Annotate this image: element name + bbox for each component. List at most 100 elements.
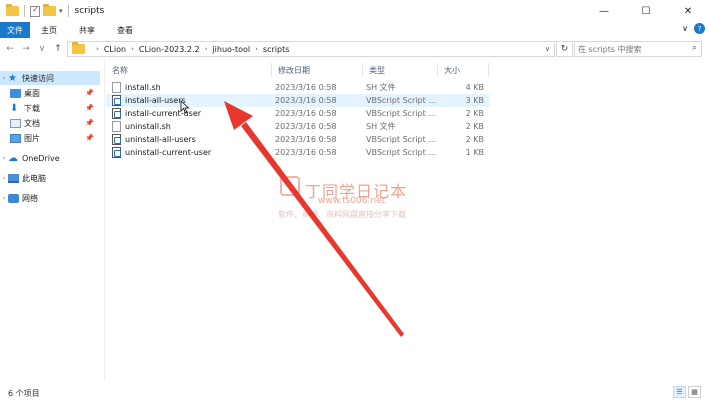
file-name: install-all-users — [125, 96, 186, 105]
file-type: VBScript Script ... — [366, 96, 436, 105]
pin-icon: 📌 — [85, 89, 94, 97]
file-row[interactable]: uninstall-all-users 2023/3/16 0:58 VBScr… — [106, 133, 489, 146]
sidebar-item-this-pc[interactable]: › 此电脑 — [0, 171, 100, 185]
star-icon: ★ — [8, 72, 17, 84]
sidebar-item-onedrive[interactable]: › ☁ OneDrive — [0, 151, 100, 165]
annotation-arrow — [224, 101, 404, 337]
forward-button[interactable]: → — [20, 44, 32, 54]
file-date: 2023/3/16 0:58 — [275, 96, 337, 105]
sidebar-item-pictures[interactable]: 图片 📌 — [10, 131, 100, 145]
sidebar-item-desktop[interactable]: 桌面 📌 — [10, 86, 100, 100]
file-size: 2 KB — [465, 135, 484, 144]
chevron-right-icon[interactable]: › — [205, 45, 208, 53]
file-row[interactable]: uninstall.sh 2023/3/16 0:58 SH 文件 2 KB — [106, 120, 489, 133]
up-button[interactable]: ↑ — [52, 44, 64, 54]
file-name: uninstall.sh — [125, 122, 171, 131]
expand-caret-icon[interactable]: › — [0, 175, 8, 182]
file-name-cell: uninstall-all-users — [112, 133, 272, 146]
help-icon[interactable]: ? — [694, 23, 705, 34]
sidebar-item-network[interactable]: › 网络 — [0, 191, 100, 205]
item-count: 6 个项目 — [8, 388, 40, 398]
file-name-cell: uninstall.sh — [112, 120, 272, 133]
column-header-size[interactable]: 大小 — [438, 63, 489, 77]
pin-icon: 📌 — [85, 134, 94, 142]
address-dropdown-icon[interactable]: ∨ — [545, 45, 550, 53]
vbscript-file-icon — [112, 147, 121, 158]
expand-caret-icon[interactable]: › — [0, 75, 8, 82]
properties-icon[interactable] — [30, 5, 40, 17]
computer-icon — [8, 173, 19, 183]
pin-icon: 📌 — [85, 104, 94, 112]
search-input[interactable]: 在 scripts 中搜索 ⌕ — [574, 41, 702, 57]
sh-file-icon — [112, 82, 121, 93]
breadcrumb-jihuo-tool[interactable]: jihuo-tool — [212, 45, 250, 54]
vbscript-file-icon — [112, 95, 121, 106]
file-date: 2023/3/16 0:58 — [275, 83, 337, 92]
file-date: 2023/3/16 0:58 — [275, 109, 337, 118]
maximize-button[interactable]: ☐ — [625, 0, 667, 22]
folder-icon — [72, 42, 85, 54]
sidebar-item-quick-access[interactable]: › ★ 快速访问 — [0, 71, 100, 85]
recent-locations-button[interactable]: ∨ — [36, 44, 48, 54]
chevron-right-icon[interactable]: › — [131, 45, 134, 53]
toolbar-separator — [67, 5, 69, 17]
watermark-url: www.ts006.net — [318, 196, 386, 206]
address-bar[interactable]: › CLion › CLion-2023.2.2 › jihuo-tool › … — [67, 41, 555, 57]
file-row[interactable]: install-all-users 2023/3/16 0:58 VBScrip… — [106, 94, 489, 107]
refresh-button[interactable]: ↻ — [556, 41, 573, 57]
tab-view[interactable]: 查看 — [106, 22, 144, 38]
new-folder-icon[interactable] — [43, 4, 56, 16]
sidebar-item-label: 文档 — [24, 118, 40, 128]
file-row[interactable]: uninstall-current-user 2023/3/16 0:58 VB… — [106, 146, 489, 159]
network-icon — [8, 193, 19, 203]
breadcrumb-scripts[interactable]: scripts — [263, 45, 289, 54]
file-type: VBScript Script ... — [366, 135, 436, 144]
column-header-date[interactable]: 修改日期 — [272, 63, 363, 77]
pane-divider[interactable] — [104, 59, 105, 381]
picture-icon — [10, 133, 21, 143]
expand-ribbon-icon[interactable]: ∨ — [682, 24, 688, 33]
tab-home[interactable]: 主页 — [30, 22, 68, 38]
expand-caret-icon[interactable]: › — [0, 155, 8, 162]
chevron-right-icon[interactable]: › — [96, 45, 99, 53]
column-header-name[interactable]: 名称 — [106, 63, 272, 77]
close-button[interactable]: ✕ — [667, 0, 709, 22]
sidebar-item-label: 下载 — [24, 103, 40, 113]
details-view-button[interactable]: ☰ — [673, 386, 686, 398]
search-placeholder: 在 scripts 中搜索 — [578, 44, 642, 54]
expand-caret-icon[interactable]: › — [0, 195, 8, 202]
document-icon — [10, 118, 21, 128]
tab-share[interactable]: 共享 — [68, 22, 106, 38]
file-name: uninstall-current-user — [125, 148, 212, 157]
file-date: 2023/3/16 0:58 — [275, 135, 337, 144]
minimize-button[interactable]: — — [583, 0, 625, 22]
folder-icon — [6, 4, 19, 16]
file-row[interactable]: install-current-user 2023/3/16 0:58 VBSc… — [106, 107, 489, 120]
file-type: SH 文件 — [366, 83, 396, 92]
desktop-icon — [10, 88, 21, 98]
file-type: VBScript Script ... — [366, 148, 436, 157]
sidebar-item-label: OneDrive — [22, 153, 60, 163]
cloud-icon: ☁ — [8, 152, 18, 164]
column-header-type[interactable]: 类型 — [363, 63, 438, 77]
file-date: 2023/3/16 0:58 — [275, 148, 337, 157]
breadcrumb-clion-version[interactable]: CLion-2023.2.2 — [139, 45, 200, 54]
chevron-right-icon[interactable]: › — [255, 45, 258, 53]
customize-toolbar-icon[interactable]: ▾ — [59, 7, 63, 15]
vbscript-file-icon — [112, 108, 121, 119]
window-title: scripts — [74, 6, 105, 16]
sidebar-item-downloads[interactable]: ⬇ 下载 📌 — [10, 101, 100, 115]
sh-file-icon — [112, 121, 121, 132]
download-icon: ⬇ — [10, 102, 19, 114]
tab-file[interactable]: 文件 — [0, 22, 30, 38]
file-row[interactable]: install.sh 2023/3/16 0:58 SH 文件 4 KB — [106, 81, 489, 94]
back-button[interactable]: ← — [4, 44, 16, 54]
title-bar: ▾ scripts — ☐ ✕ — [0, 0, 709, 22]
file-name: install-current-user — [125, 109, 202, 118]
file-type: SH 文件 — [366, 122, 396, 131]
sidebar-item-documents[interactable]: 文档 📌 — [10, 116, 100, 130]
large-icons-view-button[interactable]: ▦ — [688, 386, 701, 398]
file-size: 2 KB — [465, 109, 484, 118]
breadcrumb-clion[interactable]: CLion — [104, 45, 126, 54]
watermark-title: 丁同学日记本 — [305, 182, 408, 201]
